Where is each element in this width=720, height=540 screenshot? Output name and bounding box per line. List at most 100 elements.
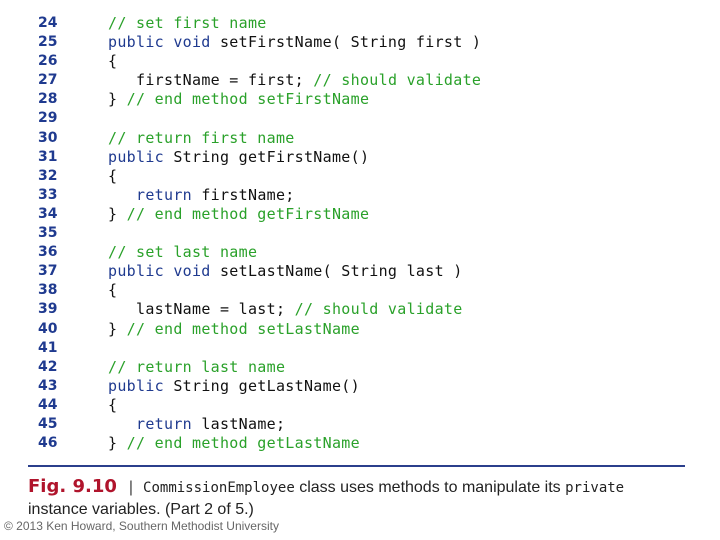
code-keyword: public void <box>108 33 211 52</box>
code-text: firstName = first; // should validate <box>108 71 481 90</box>
code-token: { <box>108 281 118 300</box>
code-line: 38 { <box>0 281 720 300</box>
code-line: 35 <box>0 224 720 243</box>
line-number: 31 <box>38 148 58 165</box>
code-token: String getFirstName() <box>164 147 370 166</box>
code-token: } <box>108 90 127 109</box>
code-line: 36 // set last name <box>0 243 720 262</box>
code-line: 41 <box>0 339 720 358</box>
code-text: return lastName; <box>108 415 285 434</box>
code-text: { <box>108 52 117 71</box>
code-text: } // end method getFirstName <box>108 205 369 224</box>
line-number: 45 <box>38 415 58 432</box>
code-token: { <box>108 395 118 414</box>
code-line: 37 public void setLastName( String last ) <box>0 262 720 281</box>
code-text: public String getLastName() <box>108 377 360 396</box>
code-line: 28} // end method setFirstName <box>0 90 720 109</box>
line-number: 40 <box>38 320 58 337</box>
line-number: 28 <box>38 91 58 108</box>
code-line: 30 // return first name <box>0 129 720 148</box>
line-number: 37 <box>38 263 58 280</box>
code-text: lastName = last; // should validate <box>108 300 463 319</box>
line-number: 30 <box>38 129 58 146</box>
line-number: 41 <box>38 339 58 356</box>
line-number: 46 <box>38 435 58 452</box>
code-line: 40 } // end method setLastName <box>0 320 720 339</box>
code-text: public String getFirstName() <box>108 148 369 167</box>
line-number: 36 <box>38 244 58 261</box>
code-token: String getLastName() <box>164 376 360 395</box>
code-keyword: return <box>136 185 192 204</box>
code-text: } // end method getLastName <box>108 434 360 453</box>
copyright-notice: © 2013 Ken Howard, Southern Methodist Un… <box>4 519 279 533</box>
figure-caption: Fig. 9.10 | CommissionEmployee class uses … <box>28 476 708 521</box>
line-number: 32 <box>38 167 58 184</box>
code-token: setFirstName( String first ) <box>210 33 482 52</box>
caption-text-2: instance variables. (Part 2 of 5.) <box>28 501 254 518</box>
code-comment: // end method setFirstName <box>126 90 370 109</box>
code-listing: 24 // set first name 25 public void setFirs… <box>0 14 720 453</box>
line-number: 29 <box>38 110 58 127</box>
code-line: 46 } // end method getLastName <box>0 434 720 453</box>
line-number: 24 <box>38 15 58 31</box>
code-line: 31 public String getFirstName() <box>0 148 720 167</box>
code-token: firstName = first; <box>136 71 314 90</box>
code-keyword: public <box>108 147 164 166</box>
code-text: // set last name <box>108 243 257 262</box>
line-number: 26 <box>38 53 58 70</box>
code-text: { <box>108 396 117 415</box>
code-keyword: public void <box>108 262 211 281</box>
code-comment: // end method getLastName <box>126 434 360 453</box>
code-line: 24 // set first name <box>0 14 720 33</box>
line-number: 25 <box>38 34 58 51</box>
code-token: lastName = last; <box>136 300 295 319</box>
code-line: 32 { <box>0 167 720 186</box>
code-line: 44 { <box>0 396 720 415</box>
code-text: // return last name <box>108 358 285 377</box>
code-token: lastName; <box>192 414 286 433</box>
code-line: 43 public String getLastName() <box>0 377 720 396</box>
caption-keyword: private <box>565 480 625 496</box>
code-text: public void setFirstName( String first ) <box>108 33 481 52</box>
code-comment: // return first name <box>108 128 295 147</box>
code-line: 39 lastName = last; // should validate <box>0 300 720 319</box>
figure-label: Fig. 9.10 <box>28 476 117 497</box>
line-number: 39 <box>38 301 58 318</box>
code-comment: // set first name <box>108 14 267 32</box>
caption-separator: | <box>128 479 134 496</box>
caption-text-1: class uses methods to manipulate its <box>294 479 566 496</box>
code-comment: // should validate <box>313 71 482 90</box>
code-comment: // should validate <box>294 300 463 319</box>
line-number: 33 <box>38 186 58 203</box>
code-comment: // end method getFirstName <box>126 204 370 223</box>
code-text: { <box>108 167 117 186</box>
code-line: 45 return lastName; <box>0 415 720 434</box>
code-token: } <box>108 204 127 223</box>
code-text: public void setLastName( String last ) <box>108 262 463 281</box>
code-text: } // end method setLastName <box>108 320 360 339</box>
code-token: { <box>108 166 118 185</box>
code-token: firstName; <box>192 185 295 204</box>
code-comment: // end method setLastName <box>126 319 360 338</box>
code-text: return firstName; <box>108 186 295 205</box>
code-line: 42 // return last name <box>0 358 720 377</box>
code-line: 29 <box>0 109 720 128</box>
code-keyword: return <box>136 414 192 433</box>
code-line: 34} // end method getFirstName <box>0 205 720 224</box>
code-comment: // return last name <box>108 357 286 376</box>
code-comment: // set last name <box>108 243 258 262</box>
line-number: 34 <box>38 205 58 222</box>
caption-divider <box>28 465 685 467</box>
code-text: // return first name <box>108 129 295 148</box>
line-number: 44 <box>38 396 58 413</box>
line-number: 42 <box>38 358 58 375</box>
code-line: 27 firstName = first; // should validate <box>0 71 720 90</box>
code-text: } // end method setFirstName <box>108 90 369 109</box>
code-line: 26 { <box>0 52 720 71</box>
code-text: { <box>108 281 117 300</box>
code-token: { <box>108 52 118 71</box>
line-number: 35 <box>38 225 58 242</box>
